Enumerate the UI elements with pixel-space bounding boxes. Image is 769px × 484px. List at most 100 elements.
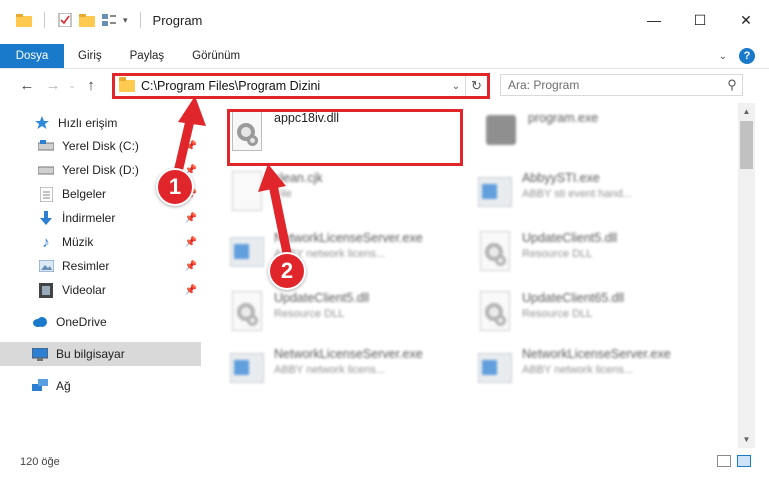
view-toggle (717, 455, 751, 467)
file-name: clean.cjk (274, 171, 323, 185)
pin-icon[interactable]: 📌 (185, 261, 197, 272)
customize-dropdown-icon[interactable]: ▾ (123, 15, 128, 26)
sidebar-item-network[interactable]: Ağ (0, 374, 201, 398)
sidebar-item-label: Resimler (62, 259, 110, 273)
sidebar-item-videos[interactable]: Videolar 📌 (0, 278, 201, 302)
new-folder-icon[interactable] (79, 13, 95, 27)
window-controls: — ☐ ✕ (631, 0, 769, 40)
window-title: Program (152, 12, 203, 28)
sidebar-item-music[interactable]: ♪ Müzik 📌 (0, 230, 201, 254)
navigation-bar: ← → ⌄ ↑ C:\Program Files\Program Dizini … (0, 68, 769, 102)
pin-icon[interactable]: 📌 (185, 237, 197, 248)
file-item[interactable]: AbbyySTI.exe ABBY sti event hand... (478, 171, 632, 213)
app-icon (230, 231, 264, 273)
vertical-scrollbar[interactable]: ▲ ▼ (738, 103, 755, 448)
file-item[interactable]: UpdateClient5.dll Resource DLL (230, 291, 369, 333)
tab-home[interactable]: Giriş (64, 44, 116, 68)
recent-locations-icon[interactable]: ⌄ (66, 73, 78, 99)
app-icon (478, 347, 512, 389)
search-icon[interactable]: ⚲ (722, 77, 742, 93)
file-description: File (274, 188, 292, 200)
details-view-icon[interactable] (717, 455, 731, 467)
file-item[interactable]: UpdateClient5.dll Resource DLL (478, 231, 617, 273)
file-item[interactable]: clean.cjk File (230, 171, 323, 213)
scroll-up-icon[interactable]: ▲ (738, 103, 755, 120)
refresh-button[interactable]: ↻ (465, 76, 487, 96)
file-icon (230, 171, 264, 213)
file-item[interactable]: NetworkLicenseServer.exe ABBY network lic… (230, 231, 423, 273)
forward-button[interactable]: → (40, 73, 66, 99)
address-bar[interactable]: C:\Program Files\Program Dizini ⌄ ↻ (112, 73, 490, 99)
file-description: ABBY sti event hand... (522, 188, 632, 200)
search-input[interactable]: Ara: Program (508, 78, 722, 92)
file-item[interactable]: NetworkLicenseServer.exe ABBY network lic… (230, 347, 423, 389)
ribbon-tabs: Dosya Giriş Paylaş Görünüm (0, 44, 769, 68)
file-name: program.exe (528, 111, 599, 125)
ribbon-collapse-icon[interactable]: ⌄ (719, 51, 727, 62)
sidebar-item-downloads[interactable]: İndirmeler 📌 (0, 206, 201, 230)
app-icon (230, 347, 264, 389)
file-item[interactable]: UpdateClient65.dll Resource DLL (478, 291, 624, 333)
sidebar-item-label: Yerel Disk (D:) (62, 163, 139, 177)
sidebar-item-onedrive[interactable]: OneDrive (0, 310, 201, 334)
file-description: ABBY network licens... (274, 364, 386, 376)
file-name: NetworkLicenseServer.exe (274, 347, 423, 361)
sidebar-item-label: Hızlı erişim (58, 116, 118, 130)
scroll-thumb[interactable] (740, 121, 753, 169)
sidebar-item-quick-access[interactable]: Hızlı erişim (0, 111, 201, 135)
file-item[interactable]: NetworkLicenseServer.exe ABBY network lic… (478, 347, 671, 389)
back-button[interactable]: ← (14, 73, 40, 99)
drive-icon (38, 138, 54, 154)
toolbar-separator (44, 12, 45, 28)
step-badge-2: 2 (268, 252, 306, 290)
maximize-button[interactable]: ☐ (677, 0, 723, 40)
navigation-pane: Hızlı erişim Yerel Disk (C:) 📌 Yerel Dis… (0, 103, 206, 448)
up-button[interactable]: ↑ (78, 73, 104, 99)
close-button[interactable]: ✕ (723, 0, 769, 40)
ribbon-controls: ⌄ ? (719, 48, 755, 64)
step-badge-1: 1 (156, 168, 194, 206)
properties-icon[interactable] (57, 13, 73, 27)
sidebar-item-label: İndirmeler (62, 211, 116, 225)
dll-icon (230, 291, 264, 333)
music-icon: ♪ (42, 233, 50, 251)
file-name: UpdateClient5.dll (522, 231, 618, 245)
sidebar-item-label: Müzik (62, 235, 94, 249)
folder-icon[interactable] (16, 13, 32, 27)
highlight-box (227, 109, 463, 166)
folder-icon (119, 77, 135, 92)
pictures-icon (38, 258, 54, 274)
address-path[interactable]: C:\Program Files\Program Dizini (141, 79, 447, 93)
file-name: NetworkLicenseServer.exe (274, 231, 423, 245)
tab-share[interactable]: Paylaş (116, 44, 179, 68)
large-icons-view-icon[interactable] (737, 455, 751, 467)
pin-icon[interactable]: 📌 (185, 285, 197, 296)
help-icon[interactable]: ? (739, 48, 755, 64)
file-description: Resource DLL (522, 248, 593, 260)
scroll-down-icon[interactable]: ▼ (738, 431, 755, 448)
file-item[interactable]: program.exe (484, 111, 598, 153)
tab-file[interactable]: Dosya (0, 44, 64, 68)
sidebar-item-label: Ağ (56, 379, 71, 393)
sidebar-item-label: Videolar (62, 283, 106, 297)
file-description: ABBY network licens... (522, 364, 634, 376)
sidebar-item-local-disk-c[interactable]: Yerel Disk (C:) 📌 (0, 134, 201, 158)
search-box[interactable]: Ara: Program ⚲ (500, 74, 743, 96)
sidebar-item-label: Yerel Disk (C:) (62, 139, 139, 153)
title-bar: ▾ Program — ☐ ✕ (0, 0, 769, 40)
sidebar-item-pictures[interactable]: Resimler 📌 (0, 254, 201, 278)
pin-icon[interactable]: 📌 (185, 213, 197, 224)
file-name: UpdateClient65.dll (522, 291, 625, 305)
address-dropdown-icon[interactable]: ⌄ (447, 81, 465, 92)
minimize-button[interactable]: — (631, 0, 677, 40)
pin-icon[interactable]: 📌 (185, 141, 197, 152)
file-description: Resource DLL (522, 308, 593, 320)
item-count: 120 öğe (20, 456, 60, 468)
sidebar-item-this-pc[interactable]: Bu bilgisayar (0, 342, 201, 366)
drive-icon (38, 162, 54, 178)
quick-access-toolbar: ▾ Program (16, 12, 202, 28)
customize-icon[interactable] (101, 13, 117, 27)
download-icon (38, 210, 54, 226)
tab-view[interactable]: Görünüm (178, 44, 254, 68)
sidebar-item-label: Bu bilgisayar (56, 347, 125, 361)
